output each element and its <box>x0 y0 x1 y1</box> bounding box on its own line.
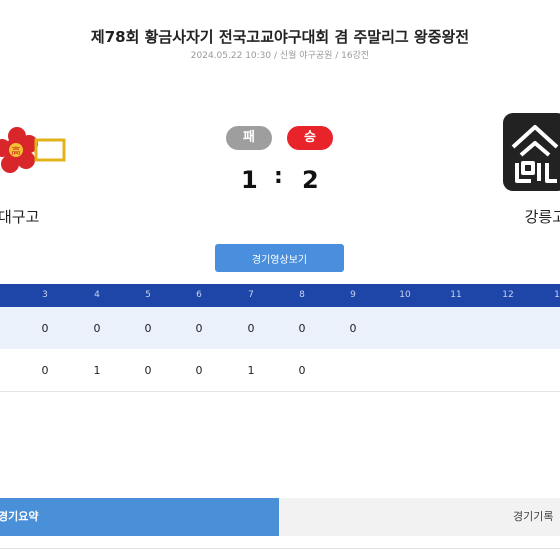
team-name-right: 강릉고 <box>524 208 560 226</box>
scoreboard-header: 3 4 5 6 7 8 9 10 11 12 1 <box>0 284 560 307</box>
inning-label: 11 <box>450 290 462 300</box>
divider <box>0 548 560 549</box>
inning-label: 7 <box>248 290 254 300</box>
score-separator: : <box>274 164 283 189</box>
inning-score: 0 <box>247 322 255 335</box>
daegu-school-logo: 高 <box>0 127 66 173</box>
team-name-left: 대구고 <box>0 208 40 226</box>
inning-label: 1 <box>554 290 560 300</box>
inning-label: 4 <box>94 290 100 300</box>
game-title: 제78회 황금사자기 전국고교야구대회 겸 주말리그 왕중왕전 <box>90 28 470 46</box>
inning-label: 6 <box>196 290 202 300</box>
inning-score: 0 <box>41 364 49 377</box>
inning-score: 0 <box>349 322 357 335</box>
inning-label: 10 <box>399 290 411 300</box>
scoreboard-row: 0 1 0 0 1 0 <box>0 349 560 392</box>
inning-score: 1 <box>247 364 255 377</box>
inning-score: 0 <box>93 322 101 335</box>
loss-badge: 패 <box>226 126 272 150</box>
game-info: 2024.05.22 10:30 / 신월 야구공원 / 16강전 <box>190 51 370 61</box>
score-right: 2 <box>302 166 319 194</box>
inning-score: 0 <box>144 322 152 335</box>
inning-label: 5 <box>145 290 151 300</box>
inning-score: 0 <box>41 322 49 335</box>
svg-text:高: 高 <box>11 145 20 157</box>
tab-summary[interactable]: 경기요약 <box>0 498 279 536</box>
inning-label: 3 <box>42 290 48 300</box>
inning-label: 9 <box>350 290 356 300</box>
inning-score: 0 <box>144 364 152 377</box>
inning-score: 0 <box>298 364 306 377</box>
tab-record[interactable]: 경기기록 <box>279 498 560 536</box>
inning-score: 0 <box>195 322 203 335</box>
inning-label: 12 <box>502 290 514 300</box>
inning-score: 0 <box>298 322 306 335</box>
inning-label: 8 <box>299 290 305 300</box>
tab-bar: 경기요약 경기기록 <box>0 498 560 536</box>
inning-score: 1 <box>93 364 101 377</box>
watch-video-button[interactable]: 경기영상보기 <box>215 244 344 272</box>
scoreboard-row: 0 0 0 0 0 0 0 <box>0 307 560 349</box>
gangneung-school-logo <box>503 113 560 191</box>
score-left: 1 <box>241 166 258 194</box>
inning-score: 0 <box>195 364 203 377</box>
tab-summary-label: 경기요약 <box>0 510 39 523</box>
win-badge: 승 <box>287 126 333 150</box>
tab-record-label: 경기기록 <box>513 510 554 523</box>
